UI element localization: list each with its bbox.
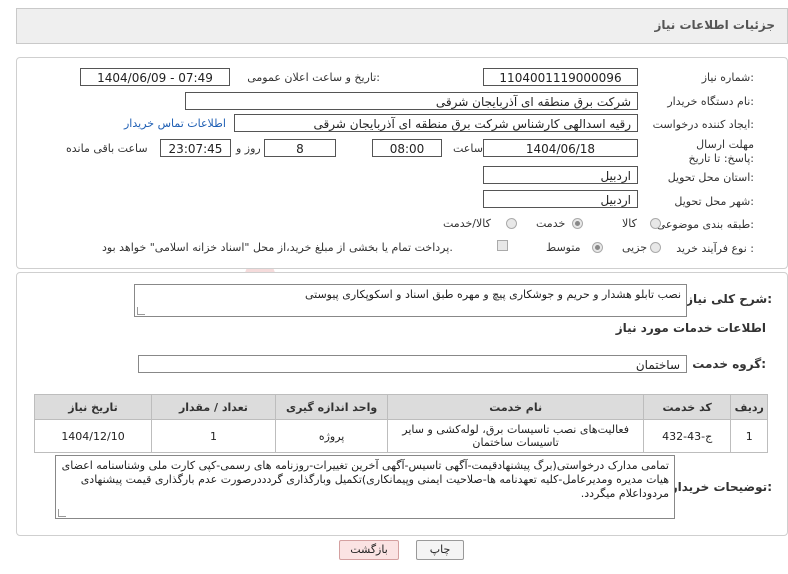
category-radio-service[interactable] bbox=[572, 218, 583, 229]
buyer-contact-link[interactable]: اطلاعات تماس خریدار bbox=[124, 117, 226, 130]
cell-qty: 1 bbox=[151, 419, 276, 453]
cell-date: 1404/12/10 bbox=[33, 419, 153, 453]
cell-code: ج-43-432 bbox=[642, 419, 732, 453]
category-option-goods: کالا bbox=[622, 217, 637, 230]
process-option-medium: متوسط bbox=[546, 241, 581, 254]
process-radio-minor[interactable] bbox=[650, 242, 661, 253]
buyer-org-label: نام دستگاه خریدار: bbox=[667, 95, 754, 108]
page-title: جزئیات اطلاعات نیاز bbox=[654, 18, 775, 32]
summary-textarea[interactable]: نصب تابلو هشدار و حریم و جوشکاری پیچ و م… bbox=[134, 284, 687, 317]
summary-text: نصب تابلو هشدار و حریم و جوشکاری پیچ و م… bbox=[304, 288, 681, 301]
col-qty: تعداد / مقدار bbox=[151, 394, 276, 420]
remaining-label: ساعت باقی مانده bbox=[66, 142, 148, 155]
province-label: استان محل تحویل: bbox=[667, 171, 754, 184]
remaining-time-field: 23:07:45 bbox=[160, 139, 231, 157]
col-code: کد خدمت bbox=[642, 394, 732, 420]
col-unit: واحد اندازه گیری bbox=[274, 394, 389, 420]
buyer-notes-label: توضیحات خریدار: bbox=[670, 480, 772, 494]
days-label: روز و bbox=[236, 142, 261, 155]
days-field: 8 bbox=[264, 139, 336, 157]
need-info-panel bbox=[16, 57, 788, 269]
deadline-time-label: ساعت bbox=[453, 142, 483, 155]
cell-name: فعالیت‌های نصب تاسیسات برق، لوله‌کشی و س… bbox=[387, 419, 644, 453]
print-button[interactable]: چاپ bbox=[416, 540, 464, 560]
service-group-label: گروه خدمت: bbox=[692, 357, 766, 371]
table-header-row: ردیف کد خدمت نام خدمت واحد اندازه گیری ت… bbox=[33, 394, 768, 420]
province-field: اردبیل bbox=[483, 166, 638, 184]
back-button[interactable]: بازگشت bbox=[339, 540, 399, 560]
need-number-field: 1104001119000096 bbox=[483, 68, 638, 86]
services-table: ردیف کد خدمت نام خدمت واحد اندازه گیری ت… bbox=[33, 394, 768, 453]
col-name: نام خدمت bbox=[387, 394, 644, 420]
table-row: 1 ج-43-432 فعالیت‌های نصب تاسیسات برق، ل… bbox=[33, 419, 768, 453]
payment-note: پرداخت تمام یا بخشی از مبلغ خرید،از محل … bbox=[102, 241, 453, 254]
service-group-field: ساختمان bbox=[138, 355, 687, 373]
process-option-minor: جزیی bbox=[622, 241, 648, 254]
city-field: اردبیل bbox=[483, 190, 638, 208]
page-header: جزئیات اطلاعات نیاز bbox=[16, 8, 788, 44]
cell-row: 1 bbox=[730, 419, 768, 453]
cell-unit: پروژه bbox=[274, 419, 389, 453]
process-label: نوع فرآیند خرید : bbox=[676, 242, 754, 255]
city-label: شهر محل تحویل: bbox=[674, 195, 754, 208]
buyer-org-field: شرکت برق منطقه ای آذربایجان شرقی bbox=[185, 92, 638, 110]
category-radio-goods-service[interactable] bbox=[506, 218, 517, 229]
requester-label: ایجاد کننده درخواست: bbox=[652, 118, 754, 131]
treasury-checkbox[interactable] bbox=[497, 240, 508, 251]
deadline-date-field: 1404/06/18 bbox=[483, 139, 638, 157]
services-heading: اطلاعات خدمات مورد نیاز bbox=[615, 321, 766, 335]
category-option-goods-service: کالا/خدمت bbox=[443, 217, 491, 230]
deadline-time-field: 08:00 bbox=[372, 139, 442, 157]
deadline-label: مهلت ارسال پاسخ: تا تاریخ: bbox=[688, 138, 754, 165]
summary-label: شرح کلی نیاز: bbox=[686, 292, 772, 306]
category-radio-goods[interactable] bbox=[650, 218, 661, 229]
process-radio-medium[interactable] bbox=[592, 242, 603, 253]
buyer-notes-text: تمامی مدارک درخواستی(برگ پیشنهادقیمت-آگه… bbox=[61, 459, 669, 500]
announce-label: تاریخ و ساعت اعلان عمومی: bbox=[247, 71, 380, 84]
category-option-service: خدمت bbox=[536, 217, 566, 230]
col-row: ردیف bbox=[730, 394, 768, 420]
category-label: طبقه بندی موضوعی: bbox=[656, 218, 754, 231]
resize-grip-icon[interactable] bbox=[137, 307, 145, 315]
announce-field: 1404/06/09 - 07:49 bbox=[80, 68, 230, 86]
need-number-label: شماره نیاز: bbox=[701, 71, 754, 84]
resize-grip-icon[interactable] bbox=[58, 509, 66, 517]
buyer-notes-textarea[interactable]: تمامی مدارک درخواستی(برگ پیشنهادقیمت-آگه… bbox=[55, 455, 675, 519]
requester-field: رقیه اسدالهی کارشناس شرکت برق منطقه ای آ… bbox=[234, 114, 638, 132]
col-date: تاریخ نیاز bbox=[33, 394, 153, 420]
